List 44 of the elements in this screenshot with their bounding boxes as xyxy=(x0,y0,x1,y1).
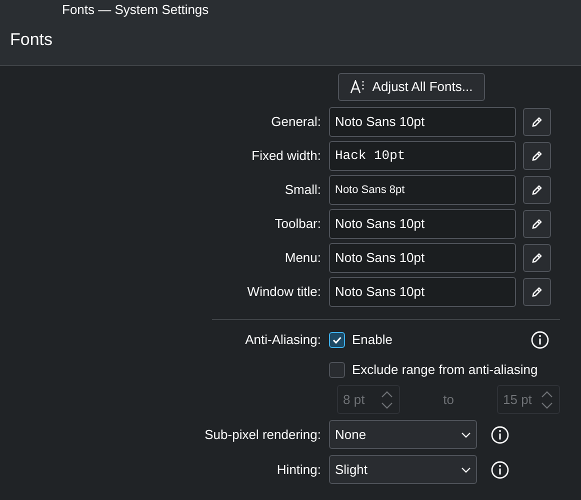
pencil-icon xyxy=(531,252,543,264)
edit-font-button[interactable] xyxy=(523,108,551,136)
pencil-icon xyxy=(531,218,543,230)
pencil-icon xyxy=(531,184,543,196)
edit-font-button[interactable] xyxy=(523,142,551,170)
info-icon[interactable] xyxy=(531,331,549,349)
select-label: Sub-pixel rendering: xyxy=(204,426,322,444)
font-field[interactable]: Noto Sans 10pt xyxy=(329,107,516,137)
checkmark-icon xyxy=(332,335,342,345)
checkbox[interactable] xyxy=(329,332,345,348)
adjust-all-fonts-button[interactable]: Adjust All Fonts... xyxy=(338,73,485,101)
info-icon[interactable] xyxy=(491,460,509,478)
page-title: Fonts xyxy=(10,28,53,51)
dropdown[interactable]: None xyxy=(329,420,477,449)
edit-font-button[interactable] xyxy=(523,244,551,272)
font-field[interactable]: Noto Sans 10pt xyxy=(329,277,516,307)
font-label: Menu: xyxy=(284,249,322,268)
edit-font-button[interactable] xyxy=(523,278,551,306)
font-field[interactable]: Noto Sans 10pt xyxy=(329,243,516,273)
font-label: General: xyxy=(270,113,322,132)
checkbox[interactable] xyxy=(329,362,345,378)
info-icon[interactable] xyxy=(491,426,509,444)
select-label: Hinting: xyxy=(276,460,322,479)
pencil-icon xyxy=(531,286,543,298)
edit-font-button[interactable] xyxy=(523,210,551,238)
font-label: Window title: xyxy=(246,283,322,302)
edit-font-button[interactable] xyxy=(523,176,551,204)
range-to-label: to xyxy=(442,390,455,409)
font-label: Fixed width: xyxy=(250,147,322,166)
exclude-range-label[interactable]: Exclude range from anti-aliasing xyxy=(352,360,538,380)
font-field[interactable]: Noto Sans 10pt xyxy=(329,209,516,239)
font-field[interactable]: Hack 10pt xyxy=(329,141,516,171)
chevron-down-icon xyxy=(461,466,471,472)
font-field[interactable]: Noto Sans 8pt xyxy=(329,175,516,205)
font-size-icon xyxy=(350,80,366,94)
font-label: Small: xyxy=(284,181,322,200)
enable-label[interactable]: Enable xyxy=(352,330,392,350)
pencil-icon xyxy=(531,116,543,128)
anti-aliasing-label: Anti-Aliasing: xyxy=(244,331,322,350)
dropdown[interactable]: Slight xyxy=(329,455,477,484)
font-label: Toolbar: xyxy=(274,215,322,234)
pencil-icon xyxy=(531,150,543,162)
window-title: Fonts — System Settings xyxy=(62,1,209,20)
chevron-down-icon xyxy=(461,432,471,438)
